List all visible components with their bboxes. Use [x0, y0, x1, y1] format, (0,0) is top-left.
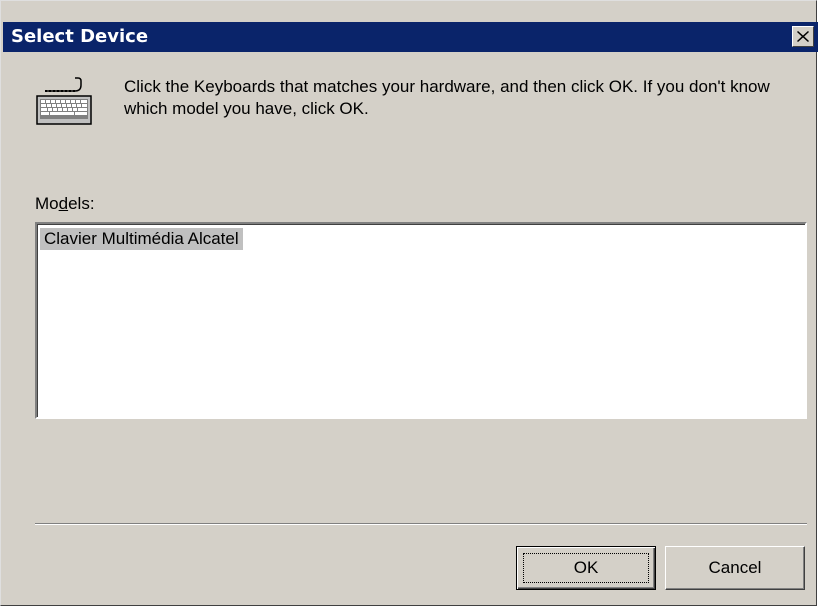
- window-title: Select Device: [11, 26, 149, 47]
- close-icon: [797, 31, 809, 42]
- instructions-text: Click the Keyboards that matches your ha…: [124, 77, 770, 118]
- models-label-prefix: Mo: [35, 194, 59, 213]
- title-bar[interactable]: Select Device: [3, 22, 818, 52]
- models-label: Models:: [35, 194, 95, 214]
- cancel-button[interactable]: Cancel: [665, 546, 805, 590]
- ok-button[interactable]: OK: [516, 546, 656, 590]
- models-label-accelerator: d: [58, 194, 69, 213]
- ok-button-focus: OK: [523, 553, 649, 583]
- select-device-dialog: Select Device Click the Keyboards that m…: [0, 0, 818, 606]
- ok-button-label: OK: [573, 558, 599, 577]
- models-label-suffix: els:: [68, 194, 95, 213]
- keyboard-icon: [36, 77, 92, 125]
- separator: [35, 523, 807, 525]
- models-listbox[interactable]: Clavier Multimédia Alcatel: [35, 222, 807, 419]
- list-item[interactable]: Clavier Multimédia Alcatel: [40, 228, 243, 250]
- cancel-button-label: Cancel: [708, 558, 762, 577]
- close-button[interactable]: [792, 26, 814, 47]
